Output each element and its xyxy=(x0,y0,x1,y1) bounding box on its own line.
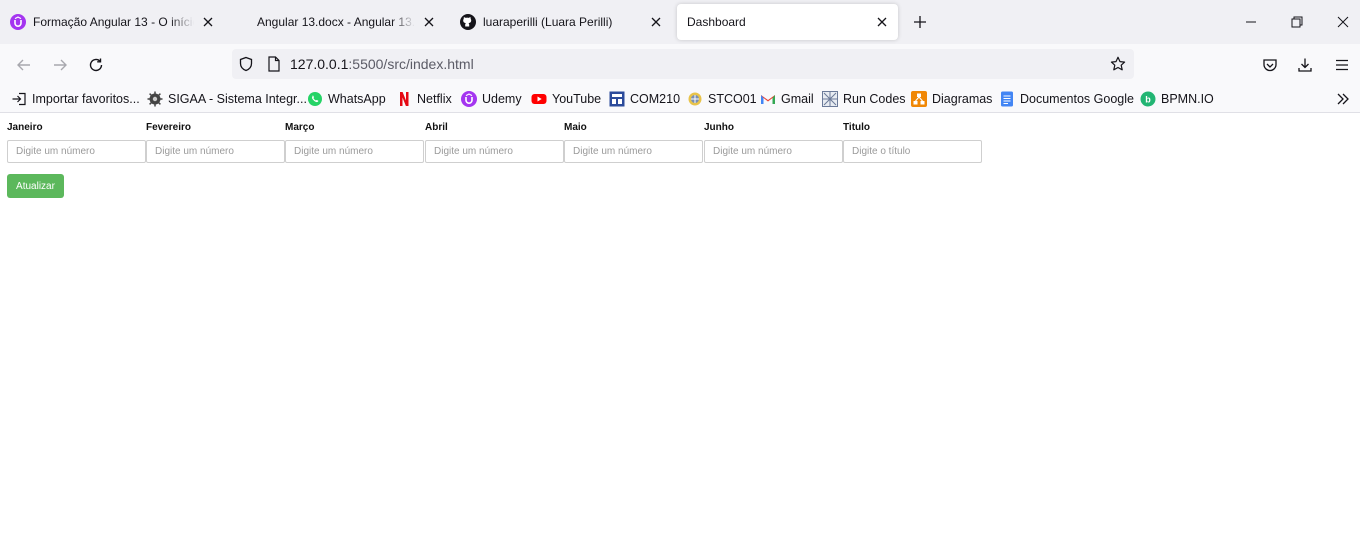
import-icon xyxy=(11,91,27,107)
close-icon[interactable] xyxy=(874,14,890,30)
menu-icon[interactable] xyxy=(1329,52,1355,78)
bookmark-label: SIGAA - Sistema Integr... xyxy=(168,92,307,106)
bookmark-label: Importar favoritos... xyxy=(32,92,140,106)
field-label: Fevereiro xyxy=(146,122,192,133)
bookmark-sigaa[interactable]: SIGAA - Sistema Integr... xyxy=(147,90,307,108)
diagramas-icon xyxy=(911,91,927,107)
titulo-input[interactable] xyxy=(843,140,982,163)
bookmark-label: Netflix xyxy=(417,92,452,106)
stco01-icon xyxy=(687,91,703,107)
reload-button[interactable] xyxy=(83,52,109,78)
bookmark-udemy[interactable]: Udemy xyxy=(461,90,522,108)
bookmark-documentos-google[interactable]: Documentos Google xyxy=(999,90,1134,108)
gmail-icon xyxy=(760,91,776,107)
bookmark-label: WhatsApp xyxy=(328,92,386,106)
address-bar[interactable]: 127.0.0.1:5500/src/index.html xyxy=(232,49,1134,79)
url-path: :5500/src/index.html xyxy=(348,56,474,72)
google-docs-icon xyxy=(999,91,1015,107)
sigaa-icon xyxy=(147,91,163,107)
tab-title: Angular 13.docx - Angular 13.pdf xyxy=(257,15,415,29)
bookmark-netflix[interactable]: Netflix xyxy=(396,90,452,108)
bookmark-label: YouTube xyxy=(552,92,602,106)
back-button[interactable] xyxy=(11,52,37,78)
tab-title: luaraperilli (Luara Perilli) xyxy=(483,15,613,29)
pocket-icon[interactable] xyxy=(1257,52,1283,78)
dashboard-page: Janeiro Fevereiro Março Abril Maio Junho… xyxy=(0,113,1360,537)
download-icon[interactable] xyxy=(1292,52,1318,78)
tab-strip: Formação Angular 13 - O início Angular 1… xyxy=(0,0,1360,44)
github-icon xyxy=(460,14,476,30)
netflix-icon xyxy=(396,91,412,107)
tab-angular-docx[interactable]: Angular 13.docx - Angular 13.pdf xyxy=(247,4,445,40)
tab-title: Dashboard xyxy=(687,15,746,29)
bookmark-gmail[interactable]: Gmail xyxy=(760,90,814,108)
close-icon[interactable] xyxy=(200,14,216,30)
shield-icon[interactable] xyxy=(236,54,256,74)
janeiro-input[interactable] xyxy=(7,140,146,163)
bookmark-bpmn-io[interactable]: b BPMN.IO xyxy=(1140,90,1214,108)
udemy-icon xyxy=(10,14,26,30)
field-label: Março xyxy=(285,122,315,133)
abril-input[interactable] xyxy=(425,140,564,163)
bookmark-label: STCO01 xyxy=(708,92,757,106)
bookmarks-toolbar: Importar favoritos... SIGAA - Sistema In… xyxy=(0,85,1360,113)
field-label: Junho xyxy=(704,122,734,133)
bookmark-run-codes[interactable]: Run Codes xyxy=(822,90,906,108)
com210-icon xyxy=(609,91,625,107)
forward-button[interactable] xyxy=(47,52,73,78)
field-label: Abril xyxy=(425,122,448,133)
field-label: Titulo xyxy=(843,122,871,133)
page-icon[interactable] xyxy=(264,54,284,74)
bookmark-diagramas[interactable]: Diagramas xyxy=(911,90,992,108)
bookmark-youtube[interactable]: YouTube xyxy=(531,90,601,108)
new-tab-button[interactable] xyxy=(908,12,932,32)
bookmark-label: Udemy xyxy=(482,92,522,106)
field-label: Maio xyxy=(564,122,587,133)
atualizar-button[interactable]: Atualizar xyxy=(7,174,64,198)
bookmark-com210[interactable]: COM210 xyxy=(609,90,680,108)
marco-input[interactable] xyxy=(285,140,424,163)
chevron-right-icon[interactable] xyxy=(1334,89,1352,109)
bookmark-label: Documentos Google xyxy=(1020,92,1134,106)
url-host: 127.0.0.1 xyxy=(290,56,349,72)
tab-formacao-angular[interactable]: Formação Angular 13 - O início xyxy=(0,4,224,40)
close-icon[interactable] xyxy=(648,14,664,30)
field-label: Janeiro xyxy=(7,122,43,133)
bookmark-label: BPMN.IO xyxy=(1161,92,1214,106)
bpmn-icon: b xyxy=(1140,91,1156,107)
bookmark-whatsapp[interactable]: WhatsApp xyxy=(307,90,386,108)
star-icon[interactable] xyxy=(1108,54,1128,74)
bookmark-label: Diagramas xyxy=(932,92,993,106)
bookmark-label: Gmail xyxy=(781,92,814,106)
bookmark-stco01[interactable]: STCO01 xyxy=(687,90,757,108)
maio-input[interactable] xyxy=(564,140,703,163)
close-window-button[interactable] xyxy=(1320,0,1360,44)
restore-button[interactable] xyxy=(1274,0,1320,44)
runcodes-icon xyxy=(822,91,838,107)
svg-text:b: b xyxy=(1145,95,1151,105)
navigation-toolbar: 127.0.0.1:5500/src/index.html xyxy=(0,44,1360,85)
bookmark-label: COM210 xyxy=(630,92,681,106)
bookmark-label: Run Codes xyxy=(843,92,906,106)
tab-title: Formação Angular 13 - O início xyxy=(33,15,194,29)
junho-input[interactable] xyxy=(704,140,843,163)
whatsapp-icon xyxy=(307,91,323,107)
bookmark-importar-favoritos[interactable]: Importar favoritos... xyxy=(11,90,140,108)
youtube-icon xyxy=(531,91,547,107)
udemy-icon xyxy=(461,91,477,107)
minimize-button[interactable] xyxy=(1228,0,1274,44)
close-icon[interactable] xyxy=(421,14,437,30)
tab-github-profile[interactable]: luaraperilli (Luara Perilli) xyxy=(450,4,672,40)
fevereiro-input[interactable] xyxy=(146,140,285,163)
url-text[interactable]: 127.0.0.1:5500/src/index.html xyxy=(290,56,474,72)
tab-dashboard[interactable]: Dashboard xyxy=(677,4,898,40)
